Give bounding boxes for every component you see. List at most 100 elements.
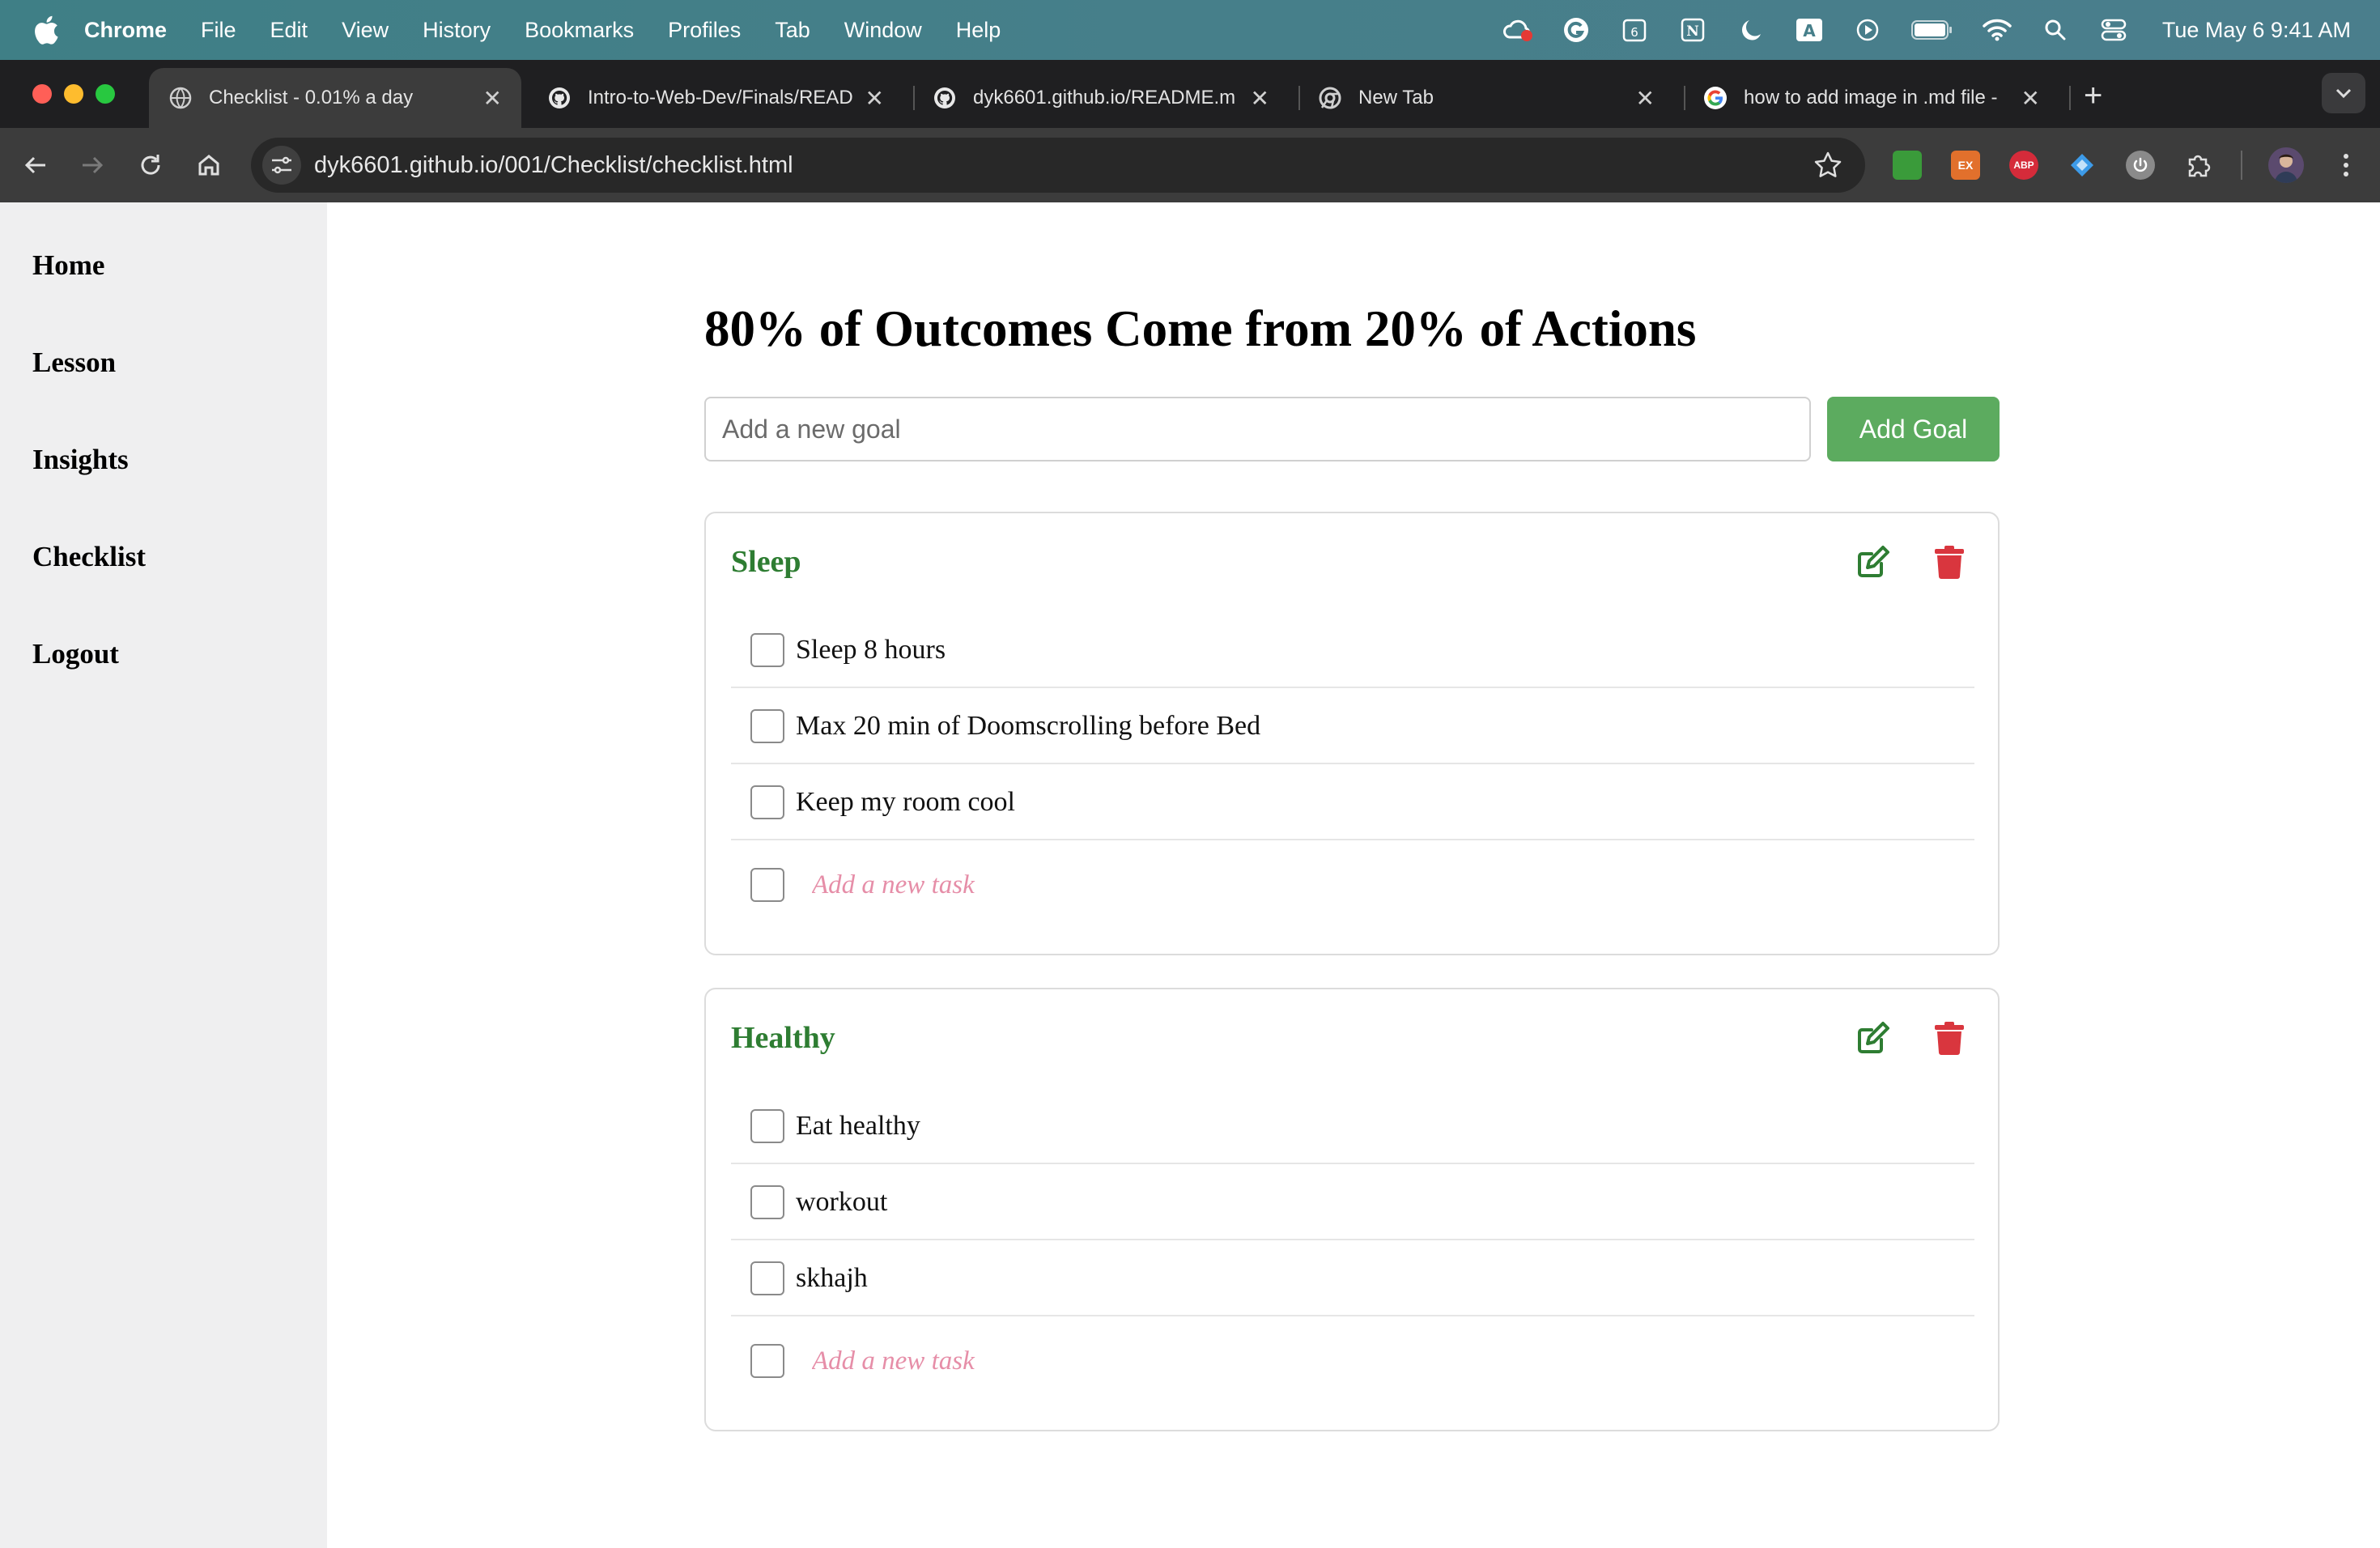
close-tab-icon[interactable]: ✕: [865, 85, 884, 112]
close-tab-icon[interactable]: ✕: [2021, 85, 2040, 112]
tab-title: Checklist - 0.01% a day: [209, 87, 414, 108]
tab-title: dyk6601.github.io/README.m: [973, 87, 1236, 108]
extensions-puzzle-icon[interactable]: [2184, 151, 2213, 180]
close-window-button[interactable]: [32, 84, 52, 104]
task-checkbox[interactable]: [750, 633, 784, 667]
menu-view[interactable]: View: [342, 18, 389, 43]
task-row: Eat healthy: [731, 1088, 1974, 1164]
task-label: workout: [796, 1187, 888, 1217]
tab-google-search[interactable]: how to add image in .md file - ✕: [1684, 68, 2059, 128]
task-checkbox[interactable]: [750, 709, 784, 743]
goal-card-healthy: Healthy Eat healthy workout skhajh: [704, 988, 2000, 1431]
add-goal-button[interactable]: Add Goal: [1827, 397, 2000, 461]
new-task-input[interactable]: [812, 1341, 1541, 1381]
svg-text:A: A: [1803, 21, 1816, 40]
kebab-menu-icon: [2344, 154, 2348, 176]
tab-checklist[interactable]: Checklist - 0.01% a day ✕: [149, 68, 521, 128]
edit-icon[interactable]: [1855, 1020, 1891, 1056]
toolbar-divider: [2241, 151, 2242, 180]
new-tab-button[interactable]: +: [2084, 78, 2102, 114]
task-label: Eat healthy: [796, 1111, 920, 1141]
task-checkbox[interactable]: [750, 868, 784, 902]
menu-history[interactable]: History: [423, 18, 491, 43]
task-label: Sleep 8 hours: [796, 635, 946, 665]
cloud-sync-icon[interactable]: [1502, 14, 1534, 46]
task-checkbox[interactable]: [750, 1109, 784, 1143]
arrow-right-icon: [83, 156, 104, 174]
chrome-icon: [1319, 87, 1341, 109]
menu-window[interactable]: Window: [844, 18, 922, 43]
new-task-input[interactable]: [812, 865, 1541, 905]
tab-intro-to-web-dev[interactable]: Intro-to-Web-Dev/Finals/READ ✕: [528, 68, 903, 128]
task-checkbox[interactable]: [750, 1185, 784, 1219]
trash-icon[interactable]: [1933, 544, 1966, 580]
bookmark-star-icon[interactable]: [1813, 151, 1842, 180]
ext-green-icon[interactable]: [1893, 151, 1922, 180]
task-row: Max 20 min of Doomscrolling before Bed: [731, 688, 1974, 764]
status-area: 6 N A Tue May 6 9:41 AM: [1476, 0, 2380, 60]
url-text[interactable]: dyk6601.github.io/001/Checklist/checklis…: [314, 152, 793, 179]
zoom-window-button[interactable]: [96, 84, 115, 104]
new-task-row: [731, 1323, 1974, 1399]
profile-avatar[interactable]: [2268, 147, 2304, 183]
close-tab-icon[interactable]: ✕: [1636, 85, 1655, 112]
keyboard-input-icon[interactable]: A: [1793, 14, 1825, 46]
task-checkbox[interactable]: [750, 1261, 784, 1295]
address-bar[interactable]: dyk6601.github.io/001/Checklist/checklis…: [251, 138, 1865, 193]
spotlight-search-icon[interactable]: [2039, 14, 2072, 46]
menu-profiles[interactable]: Profiles: [668, 18, 741, 43]
reload-button[interactable]: [133, 147, 168, 183]
apple-logo-icon[interactable]: [32, 15, 60, 45]
sidebar-link-lesson[interactable]: Lesson: [32, 347, 116, 379]
back-button[interactable]: [18, 147, 53, 183]
adblock-icon[interactable]: ABP: [2009, 151, 2038, 180]
svg-text:6: 6: [1630, 25, 1638, 40]
sidebar-link-checklist[interactable]: Checklist: [32, 541, 146, 573]
task-label: skhajh: [796, 1263, 868, 1293]
sidebar-link-home[interactable]: Home: [32, 249, 104, 282]
tab-readme[interactable]: dyk6601.github.io/README.m ✕: [913, 68, 1289, 128]
ext-ex-icon[interactable]: EX: [1951, 151, 1980, 180]
google-icon: [1704, 87, 1727, 109]
moon-icon[interactable]: [1735, 14, 1767, 46]
wifi-icon[interactable]: [1981, 14, 2013, 46]
goal-title: Sleep: [731, 545, 801, 579]
close-tab-icon[interactable]: ✕: [483, 85, 502, 112]
menu-tab[interactable]: Tab: [775, 18, 810, 43]
control-center-icon[interactable]: [2097, 14, 2130, 46]
ext-diamond-icon[interactable]: [2068, 151, 2097, 180]
ext-power-icon[interactable]: [2126, 151, 2155, 180]
task-checkbox[interactable]: [750, 1344, 784, 1378]
sidebar-link-insights[interactable]: Insights: [32, 444, 129, 476]
minimize-window-button[interactable]: [64, 84, 83, 104]
new-task-row: [731, 847, 1974, 923]
tab-new-tab[interactable]: New Tab ✕: [1298, 68, 1674, 128]
close-tab-icon[interactable]: ✕: [1251, 85, 1269, 112]
page-viewport: Home Lesson Insights Checklist Logout 80…: [0, 202, 2380, 1548]
task-checkbox[interactable]: [750, 785, 784, 819]
menu-edit[interactable]: Edit: [270, 18, 308, 43]
menu-help[interactable]: Help: [956, 18, 1001, 43]
sidebar-link-logout[interactable]: Logout: [32, 638, 119, 670]
grammarly-icon[interactable]: [1560, 14, 1592, 46]
forward-button[interactable]: [74, 147, 110, 183]
goal-card-sleep: Sleep Sleep 8 hours Max 20 min of Doomsc…: [704, 512, 2000, 955]
play-circle-icon[interactable]: [1851, 14, 1884, 46]
chrome-menu-button[interactable]: [2328, 147, 2364, 183]
menubar-clock[interactable]: Tue May 6 9:41 AM: [2162, 18, 2351, 43]
menu-file[interactable]: File: [201, 18, 236, 43]
edit-icon[interactable]: [1855, 544, 1891, 580]
trash-icon[interactable]: [1933, 1020, 1966, 1056]
menu-app-chrome[interactable]: Chrome: [84, 18, 167, 43]
battery-icon[interactable]: [1910, 14, 1955, 46]
site-info-icon[interactable]: [262, 146, 301, 185]
notion-icon[interactable]: N: [1677, 14, 1709, 46]
tab-search-button[interactable]: [2322, 73, 2365, 113]
calendar-6-icon[interactable]: 6: [1618, 14, 1651, 46]
new-goal-input[interactable]: [704, 397, 1811, 461]
home-icon: [198, 155, 219, 176]
page-title: 80% of Outcomes Come from 20% of Actions: [704, 300, 1697, 357]
menu-bookmarks[interactable]: Bookmarks: [525, 18, 634, 43]
home-button[interactable]: [191, 147, 227, 183]
task-label: Keep my room cool: [796, 787, 1015, 817]
